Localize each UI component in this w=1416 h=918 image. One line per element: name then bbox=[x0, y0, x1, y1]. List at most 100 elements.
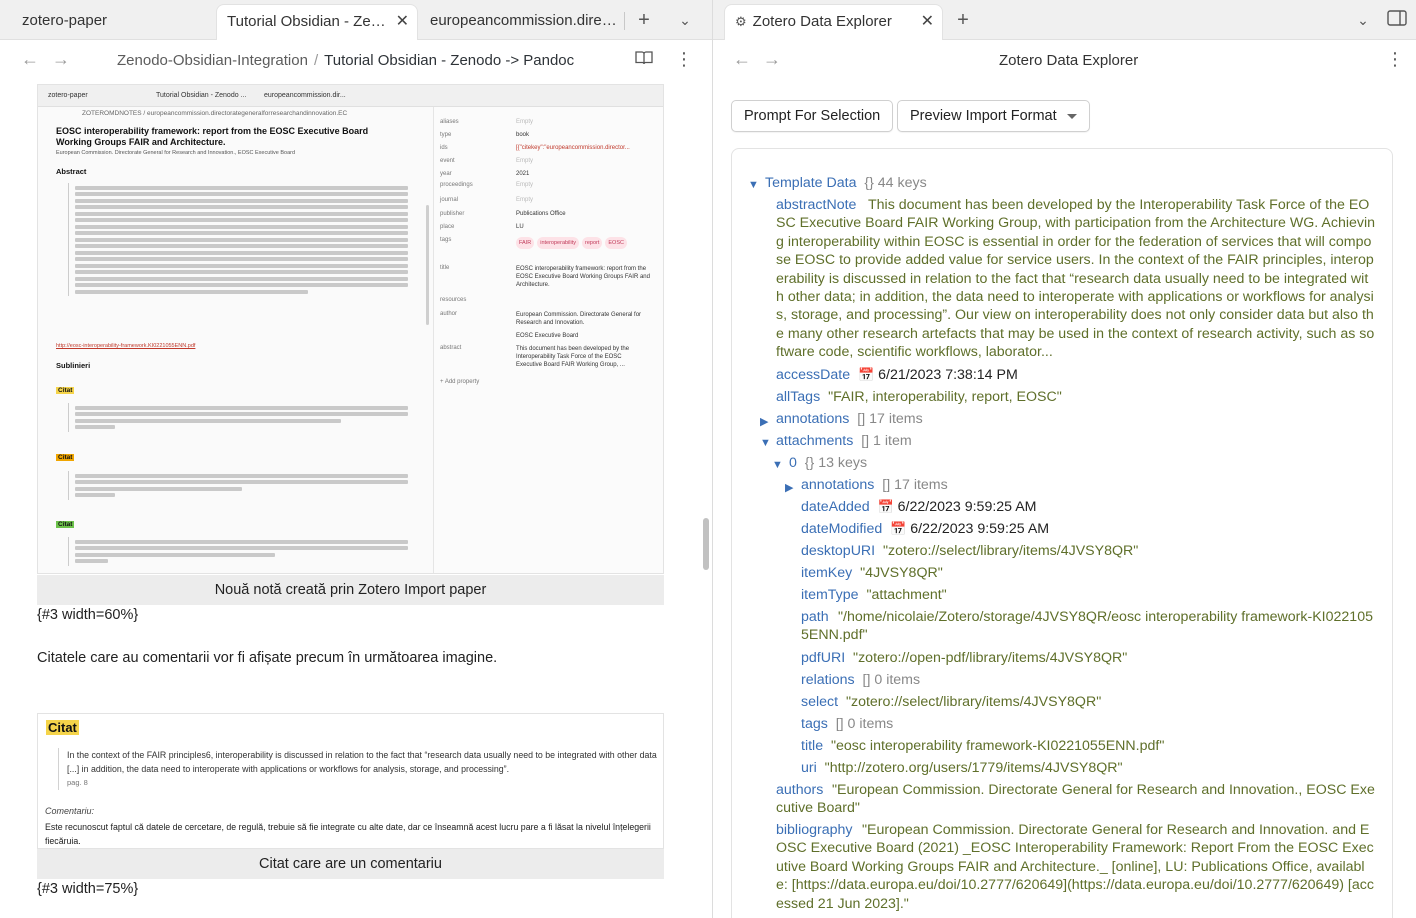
mini-prop-value: Empty bbox=[516, 158, 534, 164]
chevron-down-icon[interactable]: ⌄ bbox=[1349, 6, 1377, 34]
mini-tab: europeancommission.dir... bbox=[264, 92, 346, 99]
sidebar-toggle-icon[interactable] bbox=[1383, 6, 1411, 34]
close-icon[interactable]: ✕ bbox=[921, 5, 934, 39]
mini-prop-name: proceedings bbox=[440, 182, 473, 188]
more-options-icon[interactable]: ⋮ bbox=[1384, 49, 1406, 70]
tab-europeancommission[interactable]: europeancommission.directorategeneralfor… bbox=[420, 6, 620, 36]
tab-zotero-data-explorer[interactable]: ⚙ Zotero Data Explorer ✕ bbox=[724, 4, 943, 40]
right-pane: ⚙ Zotero Data Explorer ✕ + ⌄ ← → Zotero D… bbox=[713, 0, 1416, 918]
chevron-down-icon[interactable]: ⌄ bbox=[671, 6, 699, 34]
calendar-icon: 📅 bbox=[877, 499, 894, 514]
mini-scrollbar bbox=[426, 205, 429, 325]
tab-label: zotero-paper bbox=[22, 12, 108, 29]
calendar-icon: 📅 bbox=[858, 367, 875, 382]
right-tab-bar: ⚙ Zotero Data Explorer ✕ + ⌄ bbox=[713, 0, 1416, 40]
mini-tab-bar: zotero-paper Tutorial Obsidian - Zenodo … bbox=[38, 85, 663, 107]
tree-meta: {} 44 keys bbox=[864, 175, 927, 191]
mini-prop-value: book bbox=[516, 132, 530, 138]
more-options-icon[interactable]: ⋮ bbox=[673, 49, 695, 70]
mini-prop-value: Empty bbox=[516, 119, 534, 125]
left-nav-bar: ← → Zenodo-Obsidian-Integration / Tutorial… bbox=[0, 41, 712, 81]
tree-key: uri bbox=[801, 760, 817, 776]
collapsed-triangle-icon[interactable]: ▶ bbox=[760, 415, 768, 428]
tree-key: 0 bbox=[789, 455, 797, 471]
tree-row-att-annotations[interactable]: annotations [] 17 items bbox=[801, 476, 948, 494]
image-caption: Nouă notă creată prin Zotero Import pape… bbox=[37, 575, 664, 605]
mini-prop-value: 2021 bbox=[516, 171, 530, 177]
tree-row-annotations[interactable]: annotations [] 17 items bbox=[776, 410, 923, 428]
tree-row-attachment-0[interactable]: 0 {} 13 keys bbox=[789, 454, 867, 472]
mini-prop-name: tags bbox=[440, 237, 452, 243]
mini-abstract-heading: Abstract bbox=[56, 167, 87, 176]
tree-row-accessDate[interactable]: accessDate 📅 6/21/2023 7:38:14 PM bbox=[776, 366, 1018, 384]
forward-arrow-icon[interactable]: → bbox=[761, 49, 783, 70]
tree-row-pdfURI[interactable]: pdfURI "zotero://open-pdf/library/items/… bbox=[801, 649, 1127, 667]
back-arrow-icon[interactable]: ← bbox=[19, 49, 41, 70]
mini-prop-name: aliases bbox=[440, 119, 459, 125]
reading-view-icon[interactable] bbox=[633, 50, 655, 71]
tree-row-root[interactable]: Template Data {} 44 keys bbox=[765, 174, 927, 192]
scrollbar-thumb[interactable] bbox=[703, 518, 709, 570]
back-arrow-icon[interactable]: ← bbox=[731, 49, 753, 70]
tree-row-attachments[interactable]: attachments [] 1 item bbox=[776, 432, 912, 450]
tree-row-title[interactable]: title "eosc interoperability framework-K… bbox=[801, 737, 1164, 755]
breadcrumb-folder[interactable]: Zenodo-Obsidian-Integration bbox=[117, 52, 308, 69]
tab-label: europeancommission.directorategeneralfor… bbox=[430, 12, 620, 29]
tree-meta: [] 17 items bbox=[857, 411, 923, 427]
tree-value: 6/21/2023 7:38:14 PM bbox=[878, 367, 1018, 383]
mini-properties-panel: aliases Empty type book ids [{"citekey":… bbox=[433, 107, 663, 573]
tree-value: 6/22/2023 9:59:25 AM bbox=[897, 499, 1037, 515]
tree-meta: [] 1 item bbox=[861, 433, 912, 449]
tree-row-tags[interactable]: tags [] 0 items bbox=[801, 715, 893, 733]
expanded-triangle-icon[interactable]: ▼ bbox=[760, 437, 771, 449]
collapsed-triangle-icon[interactable]: ▶ bbox=[785, 481, 793, 494]
tree-value: "http://zotero.org/users/1779/items/4JVS… bbox=[824, 760, 1123, 776]
tree-row-allTags[interactable]: allTags "FAIR, interoperability, report,… bbox=[776, 388, 1062, 406]
tree-row-dateModified[interactable]: dateModified 📅 6/22/2023 9:59:25 AM bbox=[801, 520, 1049, 538]
forward-arrow-icon[interactable]: → bbox=[50, 49, 72, 70]
mini-highlight-orange: Citat bbox=[56, 454, 75, 461]
tree-key: title bbox=[801, 738, 824, 754]
close-icon[interactable]: ✕ bbox=[396, 5, 409, 39]
mini-abstract-text bbox=[68, 183, 408, 296]
tree-row-desktopURI[interactable]: desktopURI "zotero://select/library/item… bbox=[801, 542, 1138, 560]
tree-row-itemKey[interactable]: itemKey "4JVSY8QR" bbox=[801, 564, 943, 582]
mini-tag: interoperability bbox=[537, 237, 580, 249]
embedded-quote-image: Citat In the context of the FAIR princip… bbox=[37, 713, 664, 849]
tree-key: desktopURI bbox=[801, 543, 876, 559]
tab-zotero-paper[interactable]: zotero-paper bbox=[12, 6, 212, 36]
tree-meta: {} 13 keys bbox=[804, 455, 868, 471]
mini-tab: zotero-paper bbox=[48, 92, 88, 99]
tree-row-uri[interactable]: uri "http://zotero.org/users/1779/items/… bbox=[801, 759, 1123, 777]
tree-value: "FAIR, interoperability, report, EOSC" bbox=[828, 389, 1062, 405]
expanded-triangle-icon[interactable]: ▼ bbox=[748, 179, 759, 191]
breadcrumb: Zenodo-Obsidian-Integration / Tutorial Obs… bbox=[117, 52, 574, 69]
tree-row-itemType[interactable]: itemType "attachment" bbox=[801, 586, 947, 604]
mini-prop-value: Empty bbox=[516, 182, 534, 188]
tree-key: relations bbox=[801, 672, 855, 688]
tree-row-select[interactable]: select "zotero://select/library/items/4J… bbox=[801, 693, 1101, 711]
expanded-triangle-icon[interactable]: ▼ bbox=[772, 459, 783, 471]
tree-value-bibliography: "European Commission. Directorate Genera… bbox=[776, 822, 1374, 912]
tree-value: "4JVSY8QR" bbox=[860, 565, 943, 581]
mini-prop-name: resources bbox=[440, 297, 467, 303]
prompt-for-selection-button[interactable]: Prompt For Selection bbox=[731, 100, 894, 132]
preview-import-format-dropdown[interactable]: Preview Import Format bbox=[897, 100, 1090, 132]
right-nav-bar: ← → Zotero Data Explorer ⋮ bbox=[713, 41, 1416, 81]
tab-tutorial-obsidian[interactable]: Tutorial Obsidian - Zenodo -> Pandoc ✕ bbox=[216, 4, 418, 40]
tree-row-dateAdded[interactable]: dateAdded 📅 6/22/2023 9:59:25 AM bbox=[801, 498, 1037, 516]
mini-sublinieri-heading: Sublinieri bbox=[56, 361, 91, 370]
new-tab-icon[interactable]: + bbox=[630, 6, 658, 34]
mini-quote bbox=[68, 403, 408, 432]
new-tab-icon[interactable]: + bbox=[949, 6, 977, 34]
breadcrumb-note[interactable]: Tutorial Obsidian - Zenodo -> Pandoc bbox=[324, 52, 574, 69]
quote-text: In the context of the FAIR principles6, … bbox=[67, 750, 657, 774]
citat-highlight: Citat bbox=[46, 720, 79, 735]
mini-prop-name: type bbox=[440, 132, 452, 138]
mini-breadcrumb: ZOTEROMDNOTES / europeancommission.direc… bbox=[82, 110, 348, 117]
mini-link: http://eosc-interoperability-framework.K… bbox=[56, 343, 196, 349]
mini-prop-name: event bbox=[440, 158, 455, 164]
tree-row-relations[interactable]: relations [] 0 items bbox=[801, 671, 920, 689]
calendar-icon: 📅 bbox=[890, 521, 907, 536]
mini-prop-value: EOSC interoperability framework: report … bbox=[516, 266, 650, 288]
